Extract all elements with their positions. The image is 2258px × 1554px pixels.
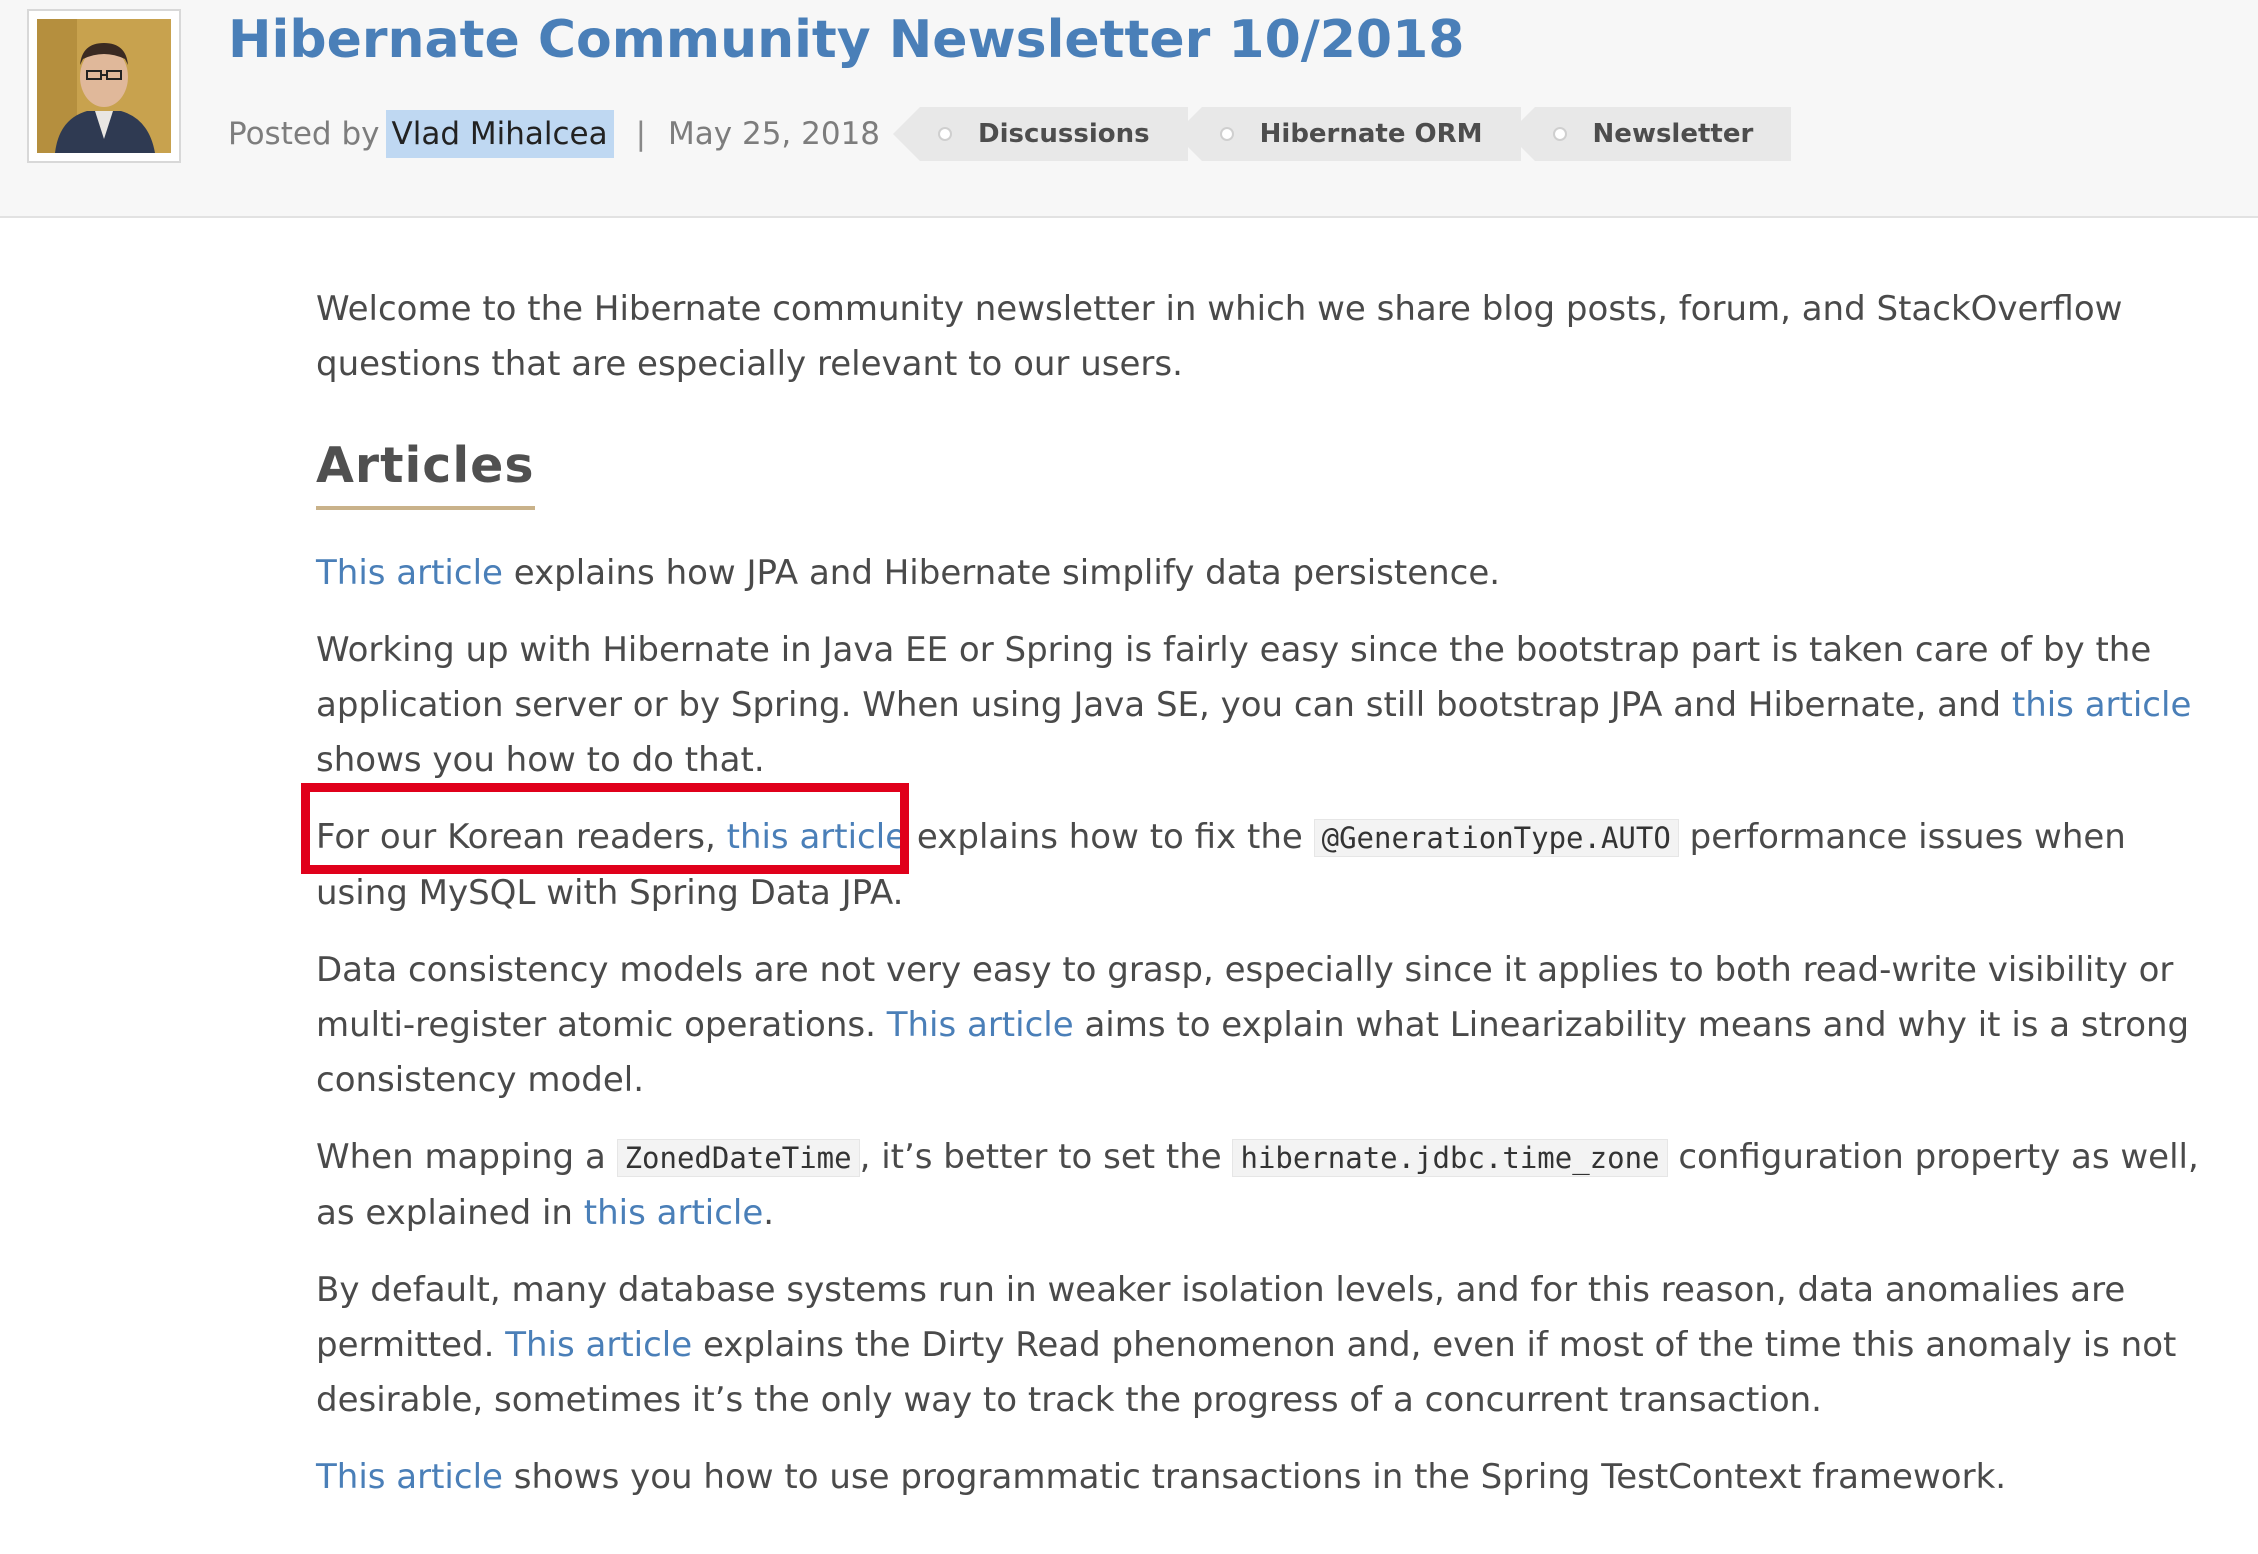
tag-hibernate-orm[interactable]: Hibernate ORM (1174, 107, 1521, 161)
paragraph-text: When mapping a (316, 1137, 617, 1177)
paragraph-text: For our Korean readers, (316, 817, 727, 857)
tag-newsletter[interactable]: Newsletter (1507, 107, 1792, 161)
paragraph-text: explains how to fix the (906, 817, 1314, 857)
articles-heading: Articles (316, 430, 535, 510)
tag-hole-icon (1219, 127, 1234, 141)
tag-discussions[interactable]: Discussions (893, 107, 1188, 161)
article-link[interactable]: This article (316, 553, 503, 593)
article-link-korean[interactable]: this article (727, 817, 907, 857)
article-paragraph-1: This article explains how JPA and Hibern… (316, 546, 2216, 601)
post-meta: Posted by Vlad Mihalcea | May 25, 2018 D… (228, 106, 1792, 162)
article-paragraph-7: This article shows you how to use progra… (316, 1450, 2216, 1505)
article-paragraph-2: Working up with Hibernate in Java EE or … (316, 623, 2216, 788)
paragraph-text: shows you how to use programmatic transa… (502, 1457, 2007, 1497)
author-link[interactable]: Vlad Mihalcea (385, 110, 614, 158)
article-paragraph-3: For our Korean readers, this article exp… (316, 810, 2216, 921)
article-paragraph-4: Data consistency models are not very eas… (316, 943, 2216, 1108)
post-title[interactable]: Hibernate Community Newsletter 10/2018 (228, 8, 1464, 72)
article-link[interactable]: this article (584, 1193, 764, 1233)
paragraph-text: Working up with Hibernate in Java EE or … (316, 630, 2152, 725)
article-paragraph-6: By default, many database systems run in… (316, 1263, 2216, 1428)
tag-hole-icon (1552, 127, 1567, 141)
meta-separator: | (635, 116, 647, 152)
tag-label: Discussions (978, 119, 1150, 149)
paragraph-text: , it’s better to set the (859, 1137, 1233, 1177)
inline-code: @GenerationType.AUTO (1313, 819, 1679, 857)
paragraph-text: explains how JPA and Hibernate simplify … (502, 553, 1501, 593)
paragraph-text: . (763, 1193, 775, 1233)
posted-by-label: Posted by (228, 116, 380, 152)
intro-paragraph: Welcome to the Hibernate community newsl… (316, 289, 2123, 384)
article-link[interactable]: This article (505, 1325, 692, 1365)
author-photo (37, 19, 171, 153)
post-body: Welcome to the Hibernate community newsl… (316, 282, 2216, 1527)
tag-label: Newsletter (1592, 119, 1754, 149)
inline-code: hibernate.jdbc.time_zone (1232, 1139, 1668, 1177)
article-link[interactable]: This article (316, 1457, 503, 1497)
post-date: May 25, 2018 (668, 116, 881, 152)
tag-label: Hibernate ORM (1259, 119, 1483, 149)
post-header: Hibernate Community Newsletter 10/2018 P… (0, 0, 2258, 218)
article-link[interactable]: This article (887, 1005, 1074, 1045)
paragraph-text: shows you how to do that. (316, 740, 765, 780)
inline-code: ZonedDateTime (616, 1139, 860, 1177)
tag-hole-icon (938, 127, 953, 141)
article-link[interactable]: this article (2012, 685, 2192, 725)
author-avatar[interactable] (27, 9, 181, 163)
article-paragraph-5: When mapping a ZonedDateTime, it’s bette… (316, 1130, 2216, 1241)
